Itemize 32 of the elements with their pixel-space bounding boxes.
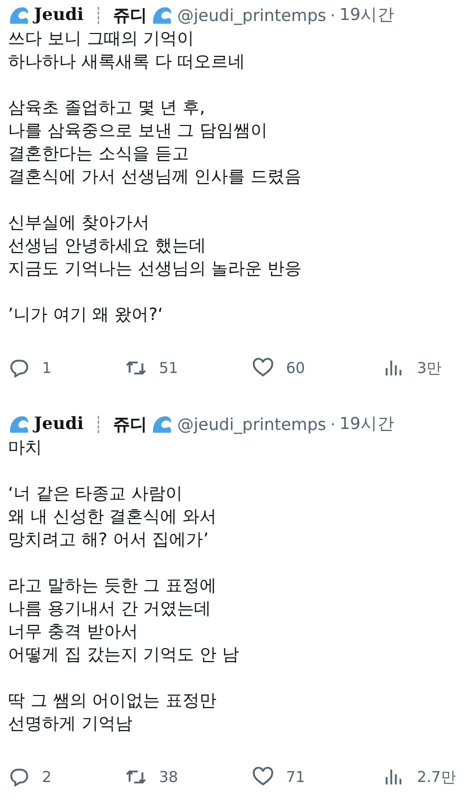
display-name[interactable]: 쥬디	[113, 412, 148, 436]
post-paragraph: 라고 말하는 듯한 그 표정에 나름 용기내서 간 거였는데 너무 충격 받아서 어떻게 집 갔는지 기억도 안 남	[8, 575, 240, 667]
reply-count: 2	[42, 768, 52, 786]
repost-count: 51	[159, 359, 178, 377]
post-time[interactable]: 19시간	[340, 4, 395, 26]
reply-icon[interactable]	[8, 766, 30, 788]
like-count: 71	[286, 768, 306, 786]
post-paragraph: 쓰다 보니 그때의 기억이 하나하나 새록새록 다 떠오르네	[8, 28, 246, 74]
name-separator: ┊	[94, 6, 104, 24]
reply-icon[interactable]	[8, 357, 30, 379]
view-count: 3만	[417, 358, 442, 378]
post-paragraph: ‘너 같은 타종교 사람이 왜 내 신성한 결혼식에 와서 망치려고 해? 어서 집에가’	[8, 483, 218, 552]
repost-count: 38	[159, 768, 178, 786]
user-handle[interactable]: @jeudi_printemps	[177, 6, 326, 24]
user-handle[interactable]: @jeudi_printemps	[177, 414, 326, 434]
display-name[interactable]: Jeudi	[34, 5, 84, 25]
heart-icon[interactable]	[252, 357, 274, 379]
post-paragraph: 마치	[8, 437, 43, 460]
post-paragraph: ’니가 여기 왜 왔어?‘	[8, 304, 164, 327]
view-count: 2.7만	[417, 768, 456, 786]
display-name[interactable]: Jeudi	[34, 414, 84, 434]
separator-dot: ·	[330, 6, 336, 24]
reply-count: 1	[42, 359, 52, 377]
post-paragraph: 딱 그 쌤의 어이없는 표정만 선명하게 기억남	[8, 690, 218, 736]
post-paragraph: 삼육초 졸업하고 몇 년 후, 나를 삼육중으로 보낸 그 담임쌤이 결혼한다는 소식을 듣고 결혼식에 가서 선생님께 인사를 드렸음	[8, 97, 303, 189]
post-paragraph: 신부실에 찾아가서 선생님 안녕하세요 했는데 지금도 기억나는 선생님의 놀라운 반응	[8, 212, 303, 281]
display-name[interactable]: 쥬디	[113, 4, 148, 26]
heart-icon[interactable]	[252, 766, 274, 788]
post-time[interactable]: 19시간	[340, 413, 395, 435]
separator-dot: ·	[330, 414, 336, 434]
like-count: 60	[286, 359, 306, 377]
name-separator: ┊	[94, 414, 104, 434]
